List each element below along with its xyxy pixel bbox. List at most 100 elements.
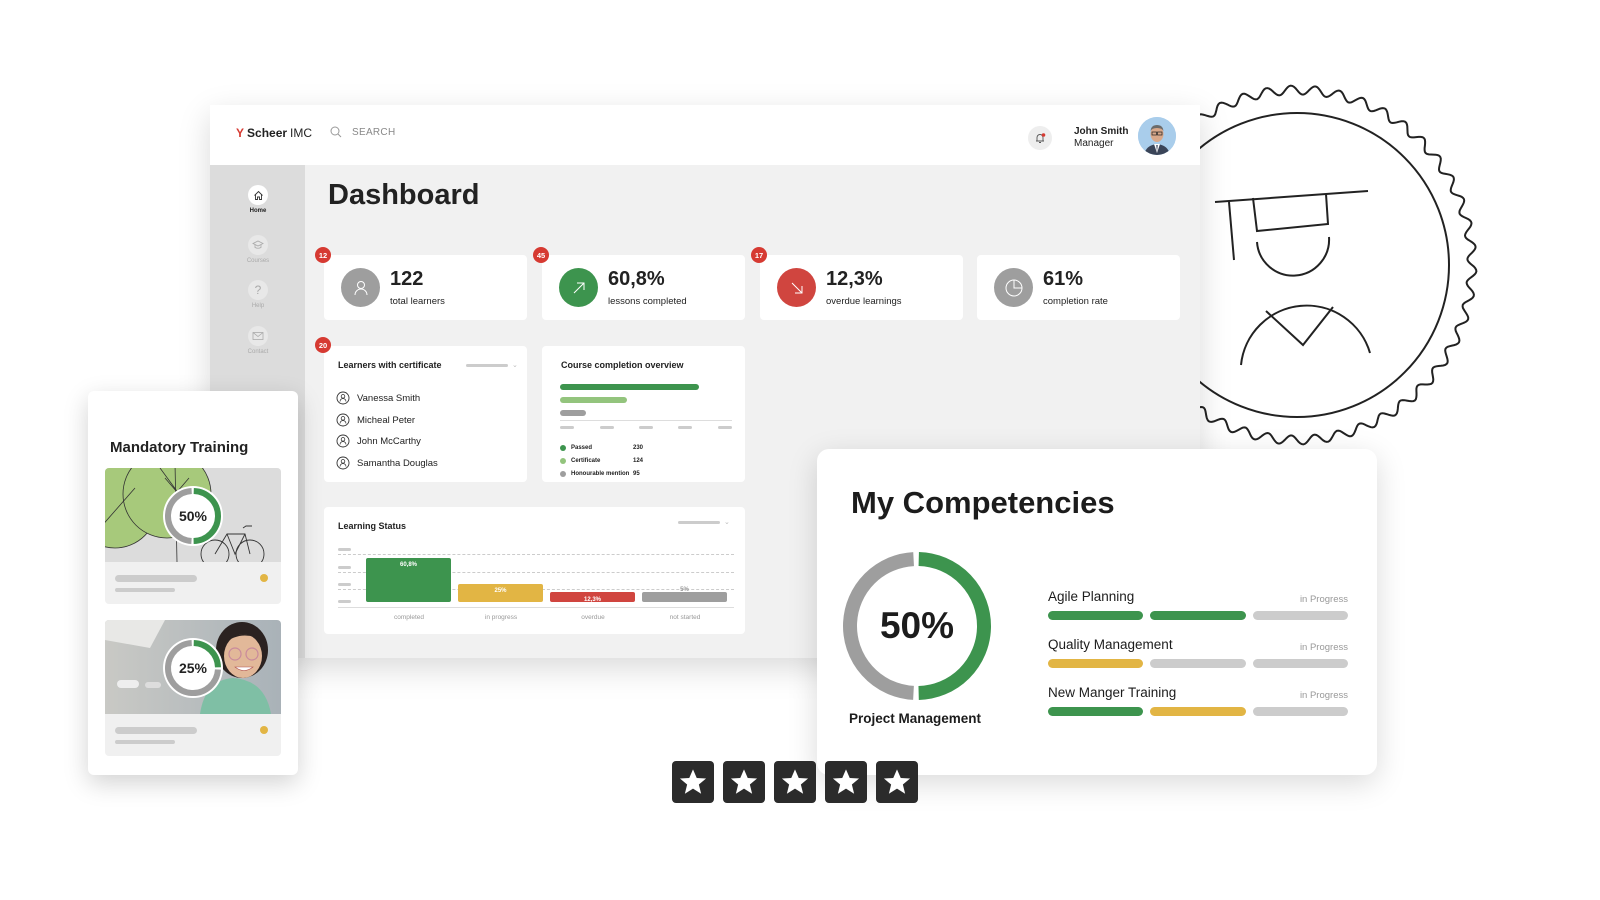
bell-icon: [1036, 133, 1046, 143]
notification-button[interactable]: [1028, 126, 1052, 150]
competency-progress-segments: [1048, 659, 1348, 668]
notification-count-badge: 17: [751, 247, 767, 263]
bar-value-label: 60,8%: [399, 562, 417, 569]
user-name: John Smith: [1074, 126, 1129, 137]
legend-item-honourable-mention: Honourable mention 95: [560, 471, 640, 477]
sidebar-item-label: Help: [251, 303, 265, 309]
graduate-icon: [1214, 190, 1371, 366]
kpi-card-total-learners[interactable]: 122 total learners: [324, 255, 527, 320]
arrow-up-right-icon: [573, 282, 584, 293]
competency-status: in Progress: [1299, 594, 1348, 605]
progress-ring: 50%: [162, 485, 224, 547]
legend-item-passed: Passed 230: [560, 445, 643, 451]
user-info[interactable]: John Smith Manager: [1074, 126, 1128, 150]
competency-progress-segments: [1048, 611, 1348, 620]
learning-status-card: Learning Status ⌄ 60,8% 25% 12,3% 5% comple…: [324, 507, 745, 634]
my-competencies-card: My Competencies 50% Project Management A…: [817, 449, 1377, 775]
user-circle-icon: [336, 456, 350, 470]
x-axis-label: completed: [394, 614, 424, 621]
chevron-down-icon: ⌄: [512, 362, 518, 369]
progress-segment: [1252, 707, 1348, 716]
course-card[interactable]: 25%: [105, 620, 281, 756]
sidebar-item-label: Courses: [246, 258, 270, 264]
star-icon[interactable]: [825, 761, 867, 803]
course-card[interactable]: 50%: [105, 468, 281, 604]
user-circle-icon: [336, 391, 350, 405]
progress-segment: [1252, 659, 1348, 668]
legend-item-certificate: Certificate 124: [560, 458, 643, 464]
star-icon[interactable]: [774, 761, 816, 803]
progress-percentage: 50%: [879, 605, 955, 646]
progress-segment: [1150, 707, 1246, 716]
list-item[interactable]: Vanessa Smith: [336, 391, 420, 405]
progress-segment: [1252, 611, 1348, 620]
bar-value-label: 12,3%: [583, 597, 601, 603]
question-icon: ?: [254, 283, 262, 297]
status-dot: [260, 574, 268, 582]
list-item[interactable]: Samantha Douglas: [336, 456, 438, 470]
progress-segment: [1048, 707, 1144, 716]
competency-name: New Manger Training: [1048, 685, 1177, 700]
certificate-seal-illustration: [1165, 84, 1478, 446]
mandatory-training-card: Mandatory Training 50% 25%: [88, 391, 298, 775]
bar-in-progress[interactable]: 25%: [458, 584, 543, 602]
search-icon: [330, 126, 342, 138]
legend-value: 124: [633, 458, 644, 464]
bar-overdue[interactable]: 12,3%: [550, 592, 635, 603]
card-title: Mandatory Training: [110, 439, 249, 456]
progress-ring: 25%: [162, 637, 224, 699]
kpi-card-completion-rate[interactable]: 61% completion rate: [977, 255, 1180, 320]
learner-name: Vanessa Smith: [357, 392, 421, 404]
list-item[interactable]: John McCarthy: [336, 434, 421, 448]
competency-progress-segments: [1048, 707, 1348, 716]
kpi-card-lessons-completed[interactable]: 60,8% lessons completed: [542, 255, 745, 320]
search-input[interactable]: SEARCH: [330, 126, 395, 138]
kpi-value: 60,8%: [608, 268, 665, 290]
certificate-count-badge: 20: [315, 337, 331, 353]
user-circle-icon: [336, 434, 350, 448]
progress-segment: [1048, 659, 1144, 668]
card-title: Course completion overview: [561, 360, 684, 370]
legend-value: 95: [633, 471, 640, 477]
user-circle-icon: [336, 413, 350, 427]
progress-percentage: 25%: [178, 660, 208, 676]
search-placeholder: SEARCH: [352, 126, 396, 138]
logo[interactable]: Y Scheer IMC: [236, 126, 312, 140]
bar-completed[interactable]: 60,8%: [366, 558, 451, 602]
sidebar-item-courses[interactable]: Courses: [238, 235, 278, 264]
list-item[interactable]: Micheal Peter: [336, 413, 415, 427]
sidebar-item-label: Contact: [247, 349, 269, 355]
sidebar-item-home[interactable]: Home: [238, 185, 278, 214]
filter-dropdown[interactable]: ⌄: [466, 361, 518, 369]
top-bar: Y Scheer IMC SEARCH John Smith Manager: [210, 105, 1200, 165]
kpi-card-overdue-learnings[interactable]: 12,3% overdue learnings: [760, 255, 963, 320]
star-icon[interactable]: [672, 761, 714, 803]
star-icon[interactable]: [723, 761, 765, 803]
progress-segment: [1048, 611, 1144, 620]
logo-text-light: IMC: [290, 126, 313, 140]
card-title: My Competencies: [851, 485, 1115, 520]
kpi-label: overdue learnings: [826, 296, 902, 307]
x-axis-label: not started: [669, 614, 701, 621]
user-icon: [354, 280, 367, 295]
filter-dropdown[interactable]: ⌄: [678, 518, 730, 526]
star-icon[interactable]: [876, 761, 918, 803]
sidebar-item-help[interactable]: ? Help: [238, 280, 278, 309]
notification-count-badge: 45: [533, 247, 549, 263]
graduation-cap-icon: [252, 240, 264, 249]
competency-name: Agile Planning: [1048, 589, 1135, 604]
course-completion-card: Course completion overview Passed 230 Ce…: [542, 346, 745, 482]
sidebar-item-contact[interactable]: Contact: [238, 326, 278, 355]
bar-value-label: 5%: [680, 587, 689, 593]
learner-name: Samantha Douglas: [357, 457, 438, 469]
notification-count-badge: 12: [315, 247, 331, 263]
learners-with-certificate-card: Learners with certificate ⌄ Vanessa Smit…: [324, 346, 527, 482]
bar-not-started[interactable]: 5%: [642, 587, 727, 602]
legend-label: Certificate: [571, 458, 601, 464]
avatar[interactable]: [1138, 117, 1176, 155]
kpi-label: completion rate: [1043, 296, 1108, 307]
learner-name: John McCarthy: [357, 435, 421, 447]
kpi-value: 61%: [1043, 268, 1084, 290]
competency-status: in Progress: [1299, 690, 1348, 701]
kpi-label: total learners: [390, 296, 445, 307]
